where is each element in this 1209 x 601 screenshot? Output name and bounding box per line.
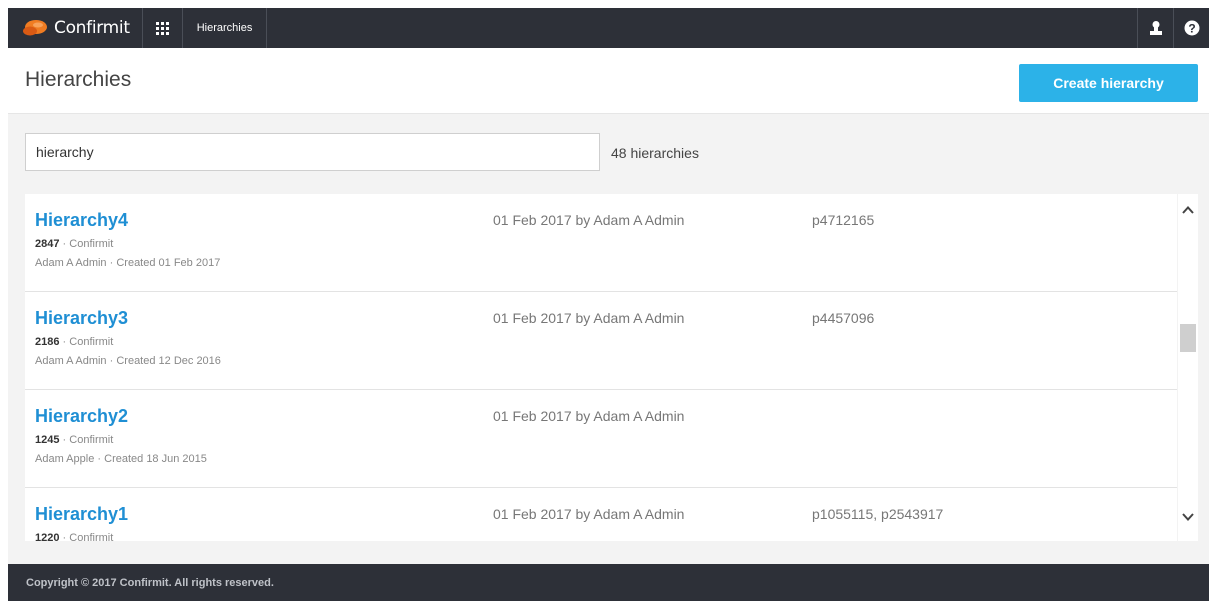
breadcrumb-hierarchies[interactable]: Hierarchies [183, 8, 268, 48]
hierarchy-list: Hierarchy4 2847 · Confirmit Adam A Admin… [25, 194, 1177, 541]
hierarchy-owner-created: Adam A Admin · Created 12 Dec 2016 [35, 355, 221, 367]
separator: · [62, 434, 67, 446]
list-item[interactable]: Hierarchy3 2186 · Confirmit Adam A Admin… [25, 292, 1177, 390]
hierarchy-modified: 01 Feb 2017 by Adam A Admin [493, 506, 685, 522]
hierarchy-owner: Adam A Admin [35, 257, 107, 269]
svg-text:?: ? [1188, 22, 1195, 36]
hierarchy-created: Created 01 Feb 2017 [116, 257, 221, 269]
search-input[interactable] [25, 133, 600, 171]
hierarchy-owner: Adam Apple [35, 453, 95, 465]
logo-icon [22, 19, 48, 37]
separator: · [62, 238, 67, 250]
separator: · [109, 355, 114, 367]
hierarchy-projects: p4457096 [812, 310, 875, 326]
result-count: 48 hierarchies [611, 145, 699, 161]
hierarchy-modified: 01 Feb 2017 by Adam A Admin [493, 408, 685, 424]
hierarchy-id: 2186 [35, 336, 60, 348]
hierarchy-created: Created 18 Jun 2015 [104, 453, 207, 465]
hierarchy-name-link[interactable]: Hierarchy4 [35, 210, 128, 231]
separator: · [62, 532, 67, 541]
separator: · [97, 453, 102, 465]
copyright-text: Copyright © 2017 Confirmit. All rights r… [26, 576, 274, 589]
hierarchy-meta: 2847 · Confirmit [35, 238, 113, 250]
chevron-down-icon[interactable] [1182, 511, 1194, 523]
hierarchy-source: Confirmit [69, 532, 114, 541]
hierarchy-owner-created: Adam A Admin · Created 01 Feb 2017 [35, 257, 220, 269]
hierarchy-owner-created: Adam Apple · Created 18 Jun 2015 [35, 453, 207, 465]
hierarchy-owner: Adam A Admin [35, 355, 107, 367]
hierarchy-id: 1220 [35, 532, 60, 541]
brand-logo[interactable]: Confirmit [8, 8, 143, 48]
hierarchy-id: 1245 [35, 434, 60, 446]
separator: · [109, 257, 114, 269]
scrollbar-thumb[interactable] [1180, 324, 1196, 352]
top-navigation-bar: Confirmit Hierarchies ? [8, 8, 1209, 48]
hierarchy-source: Confirmit [69, 336, 114, 348]
list-item[interactable]: Hierarchy4 2847 · Confirmit Adam A Admin… [25, 194, 1177, 292]
hierarchy-modified: 01 Feb 2017 by Adam A Admin [493, 212, 685, 228]
hierarchy-meta: 1245 · Confirmit [35, 434, 113, 446]
list-scrollbar[interactable] [1178, 194, 1198, 541]
hierarchy-modified: 01 Feb 2017 by Adam A Admin [493, 310, 685, 326]
content-area: 48 hierarchies Hierarchy4 2847 · Confirm… [8, 114, 1209, 564]
page-header: Hierarchies Create hierarchy [8, 48, 1209, 114]
help-icon: ? [1184, 20, 1199, 36]
hierarchy-created: Created 12 Dec 2016 [116, 355, 221, 367]
hierarchy-name-link[interactable]: Hierarchy3 [35, 308, 128, 329]
hierarchy-source: Confirmit [69, 434, 114, 446]
hierarchy-projects: p1055115, p2543917 [812, 506, 944, 522]
page-margin [0, 0, 8, 601]
brand-name: Confirmit [54, 18, 130, 38]
create-hierarchy-button[interactable]: Create hierarchy [1019, 64, 1198, 102]
hierarchy-name-link[interactable]: Hierarchy2 [35, 406, 128, 427]
footer: Copyright © 2017 Confirmit. All rights r… [8, 564, 1209, 601]
chevron-up-icon[interactable] [1182, 204, 1194, 216]
help-button[interactable]: ? [1173, 8, 1209, 48]
hierarchy-meta: 1220 · Confirmit [35, 532, 113, 541]
user-menu-button[interactable] [1137, 8, 1173, 48]
hierarchy-projects: p4712165 [812, 212, 875, 228]
apps-menu-button[interactable] [143, 8, 183, 48]
hierarchy-source: Confirmit [69, 238, 114, 250]
apps-grid-icon [155, 21, 169, 35]
hierarchy-name-link[interactable]: Hierarchy1 [35, 504, 128, 525]
hierarchy-id: 2847 [35, 238, 60, 250]
separator: · [62, 336, 67, 348]
list-item[interactable]: Hierarchy2 1245 · Confirmit Adam Apple ·… [25, 390, 1177, 488]
page-title: Hierarchies [25, 68, 132, 91]
user-icon [1149, 21, 1162, 35]
hierarchy-meta: 2186 · Confirmit [35, 336, 113, 348]
list-item[interactable]: Hierarchy1 1220 · Confirmit 01 Feb 2017 … [25, 488, 1177, 541]
